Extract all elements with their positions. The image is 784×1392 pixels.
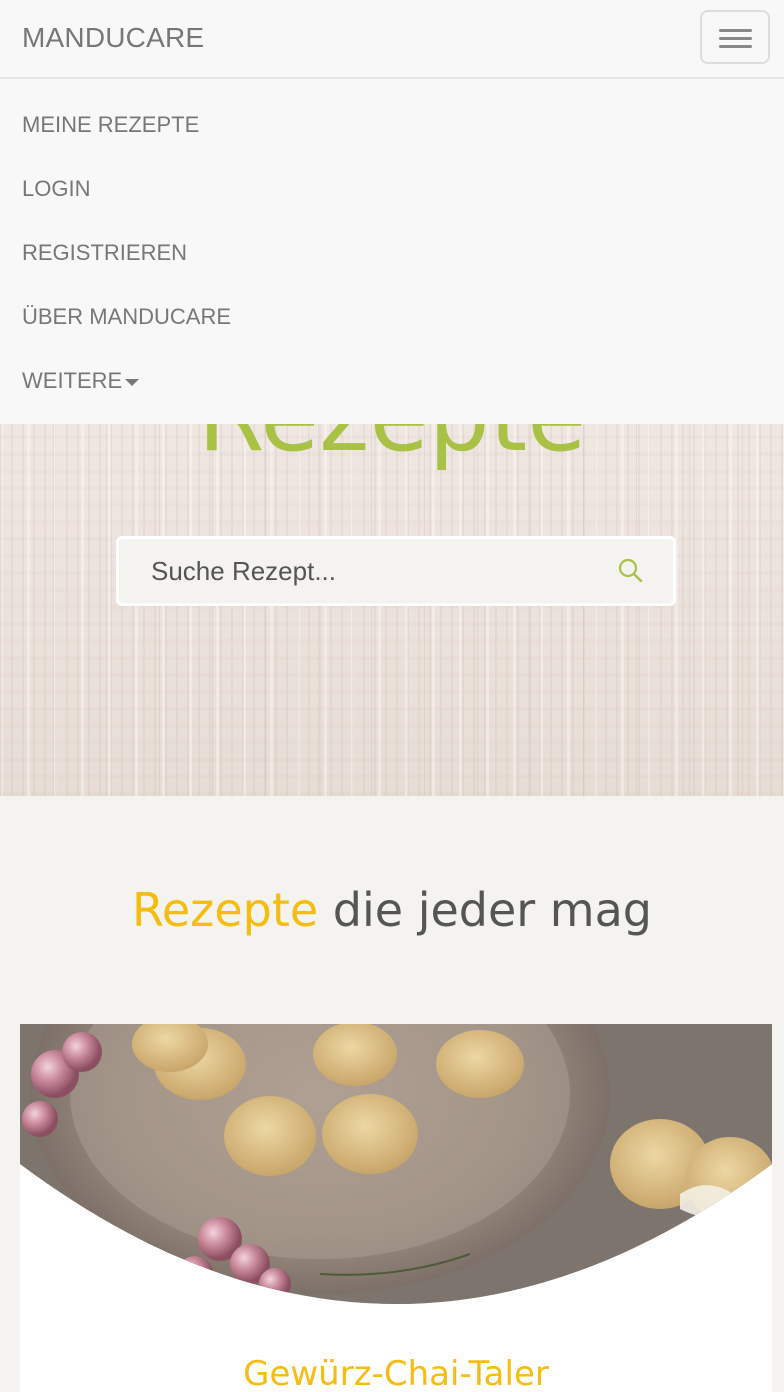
recipe-photo bbox=[20, 1024, 772, 1304]
section-heading: Rezepte die jeder mag bbox=[0, 885, 784, 936]
brand-logo-text[interactable]: MANDUCARE bbox=[22, 22, 204, 54]
menu-item-ueber-manducare[interactable]: ÜBER MANDUCARE bbox=[22, 304, 231, 330]
recipe-card[interactable]: Gewürz-Chai-Taler bbox=[20, 1024, 772, 1392]
top-navbar: MANDUCARE bbox=[0, 0, 784, 79]
hamburger-menu-icon bbox=[719, 29, 752, 32]
caret-down-icon bbox=[125, 378, 140, 386]
section-heading-rest: die jeder mag bbox=[318, 883, 653, 937]
nav-menu: MEINE REZEPTE LOGIN REGISTRIEREN ÜBER MA… bbox=[0, 79, 784, 424]
search-input[interactable] bbox=[119, 539, 599, 603]
search-box bbox=[116, 536, 676, 606]
menu-item-weitere-label: WEITERE bbox=[22, 368, 123, 393]
recipe-title[interactable]: Gewürz-Chai-Taler bbox=[20, 1354, 772, 1392]
menu-toggle-button[interactable] bbox=[700, 10, 770, 64]
search-icon[interactable] bbox=[617, 557, 643, 583]
section-heading-accent: Rezepte bbox=[131, 883, 319, 937]
menu-item-login[interactable]: LOGIN bbox=[22, 176, 90, 202]
menu-item-meine-rezepte[interactable]: MEINE REZEPTE bbox=[22, 112, 199, 138]
menu-item-weitere-dropdown[interactable]: WEITERE bbox=[22, 368, 140, 394]
menu-item-registrieren[interactable]: REGISTRIEREN bbox=[22, 240, 187, 266]
